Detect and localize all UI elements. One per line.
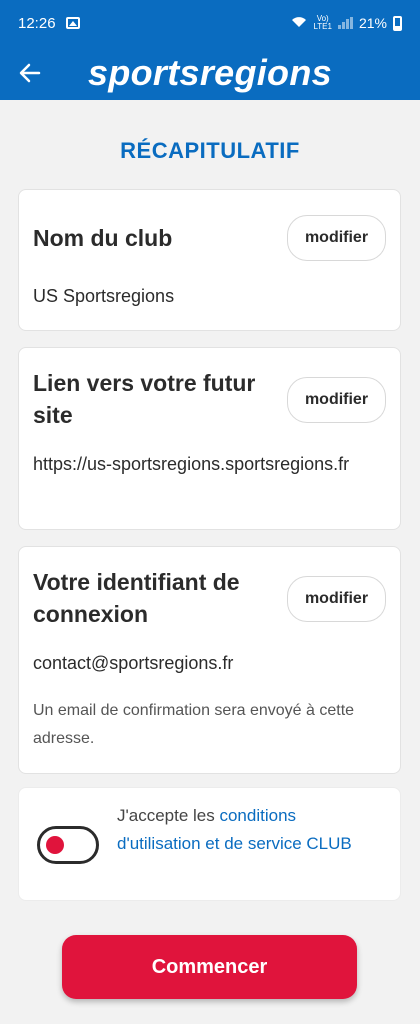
club-name-title: Nom du club <box>33 225 173 251</box>
login-value: contact@sportsregions.fr <box>33 653 234 673</box>
accept-terms-prefix: J'accepte les <box>117 806 220 825</box>
gallery-icon <box>65 17 80 29</box>
toggle-knob <box>46 836 64 854</box>
login-title: Votre identifiant de connexion <box>33 569 240 627</box>
modify-site-link-button[interactable]: modifier <box>287 377 386 423</box>
wifi-icon <box>291 16 307 31</box>
battery-icon <box>393 15 402 31</box>
status-time: 12:26 <box>18 14 56 32</box>
site-link-title: Lien vers votre futur site <box>33 370 256 428</box>
accept-terms-toggle[interactable] <box>37 826 99 864</box>
page-title: RÉCAPITULATIF <box>120 138 300 163</box>
login-confirmation-note: Un email de confirmation sera envoyé à c… <box>33 702 355 747</box>
signal-icon <box>337 17 353 29</box>
app-logo: sportsregions <box>88 52 332 93</box>
site-link-value: https://us-sportsregions.sportsregions.f… <box>33 454 350 474</box>
club-name-value: US Sportsregions <box>33 286 175 306</box>
modify-login-button[interactable]: modifier <box>287 576 386 622</box>
login-card: Votre identifiant de connexion modifier … <box>18 546 401 774</box>
modify-club-name-button[interactable]: modifier <box>287 215 386 261</box>
accept-terms-card: J'accepte les conditions d'utilisation e… <box>18 787 401 901</box>
club-name-card: Nom du club modifier US Sportsregions <box>18 189 401 331</box>
status-right: Vo) LTE1 21% <box>291 15 402 31</box>
back-arrow-icon <box>19 63 41 83</box>
battery-percent: 21% <box>358 15 387 31</box>
accept-terms-text: J'accepte les conditions d'utilisation e… <box>117 802 377 858</box>
volte-indicator: Vo) LTE1 <box>313 14 332 31</box>
site-link-card: Lien vers votre futur site modifier http… <box>18 347 401 530</box>
status-bar: 12:26 Vo) LTE1 21% <box>0 0 420 46</box>
status-left: 12:26 <box>18 15 80 32</box>
start-button[interactable]: Commencer <box>62 935 357 999</box>
back-button[interactable] <box>0 46 60 100</box>
app-bar: sportsregions <box>0 46 420 100</box>
